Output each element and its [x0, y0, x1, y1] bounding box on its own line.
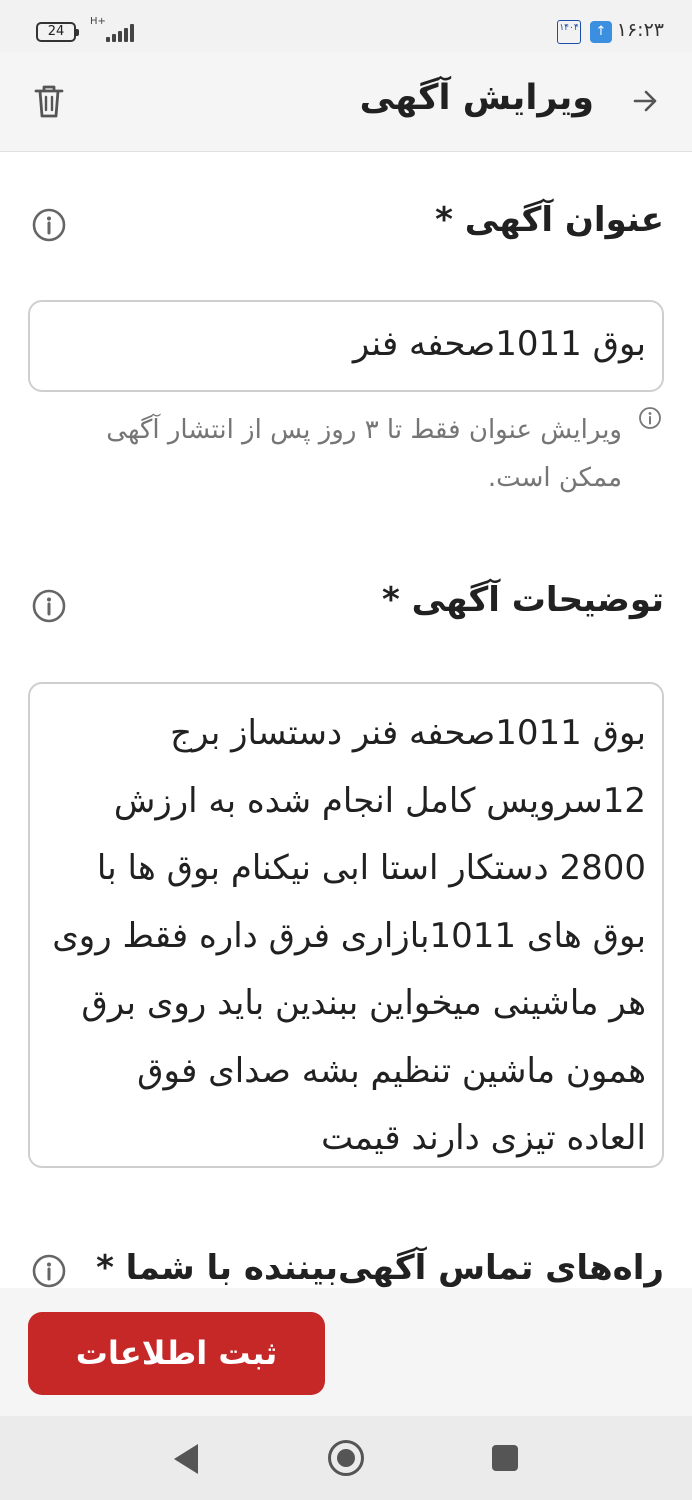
nav-back-icon[interactable]	[174, 1444, 198, 1474]
upload-notification-icon: ↑	[590, 21, 612, 43]
app-bar: ویرایش آگهی	[0, 52, 692, 152]
info-icon[interactable]	[32, 1254, 66, 1288]
info-icon[interactable]	[32, 589, 66, 623]
description-textarea[interactable]: بوق 1011صحفه فنر دستساز برج 12سرویس کامل…	[28, 682, 664, 1168]
battery-icon: 24	[36, 22, 79, 42]
description-label: توضیحات آگهی *	[382, 580, 664, 620]
trash-icon[interactable]	[32, 82, 66, 120]
bottom-action-bar: ثبت اطلاعات	[0, 1288, 692, 1416]
submit-button[interactable]: ثبت اطلاعات	[28, 1312, 325, 1395]
title-edit-hint: ویرایش عنوان فقط تا ۳ روز پس از انتشار آ…	[106, 415, 622, 493]
title-label: عنوان آگهی *	[435, 200, 664, 240]
signal-icon	[100, 24, 134, 42]
info-icon[interactable]	[32, 208, 66, 242]
nav-home-icon[interactable]	[328, 1440, 364, 1476]
nav-recent-icon[interactable]	[492, 1445, 518, 1471]
title-input[interactable]: بوق 1011صحفه فنر	[28, 300, 664, 392]
page-title: ویرایش آگهی	[359, 78, 594, 118]
calendar-badge-text: ۱۴۰۴	[559, 23, 579, 33]
calendar-notification-icon: ۱۴۰۴	[557, 20, 581, 44]
status-bar: 24 H+ ۱۴۰۴ ↑ ۱۶:۲۳	[0, 0, 692, 52]
status-time: ۱۶:۲۳	[616, 19, 664, 41]
back-arrow-icon[interactable]	[630, 86, 660, 116]
system-navigation-bar	[0, 1416, 692, 1500]
battery-level: 24	[47, 24, 65, 39]
contact-methods-label: راه‌های تماس آگهی‌بیننده با شما *	[96, 1248, 664, 1288]
info-icon	[639, 407, 661, 429]
edit-form[interactable]: عنوان آگهی * بوق 1011صحفه فنر ویرایش عنو…	[0, 152, 692, 1288]
